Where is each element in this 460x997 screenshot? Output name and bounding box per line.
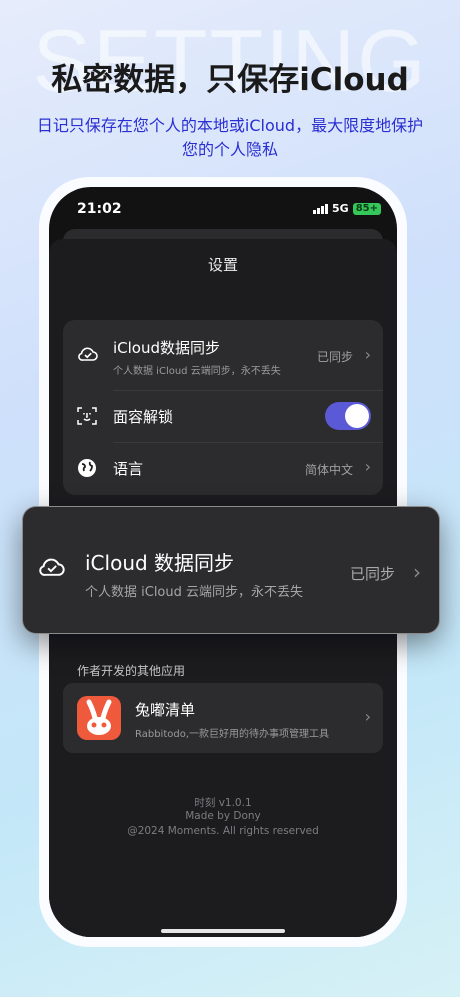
rabbit-app-icon	[77, 696, 121, 740]
app-name: 兔嘟清单	[135, 701, 196, 719]
row-title-icloud: iCloud数据同步	[113, 339, 221, 357]
popup-value: 已同步	[349, 565, 395, 583]
popup-subtitle: 个人数据 iCloud 云端同步，永不丢失	[85, 585, 304, 600]
settings-row-language[interactable]: 语言 简体中文 ›	[63, 442, 383, 495]
battery-icon: 85+	[352, 202, 381, 215]
settings-row-face-unlock: 面容解锁	[63, 390, 383, 442]
footer-author: Made by Dony	[185, 810, 261, 822]
other-apps-label: 作者开发的其他应用	[77, 664, 186, 678]
promo-headline: 私密数据，只保存iCloud	[51, 62, 409, 98]
cloud-check-icon	[77, 344, 99, 368]
app-description: Rabbitodo,一款巨好用的待办事项管理工具	[135, 729, 330, 740]
signal-icon	[313, 203, 329, 214]
chevron-right-icon: ›	[413, 560, 421, 584]
icloud-sync-popup[interactable]: iCloud 数据同步 个人数据 iCloud 云端同步，永不丢失 已同步 ›	[22, 506, 440, 634]
row-value-language: 简体中文	[304, 463, 353, 477]
footer-version: 时刻 v1.0.1	[194, 797, 252, 809]
status-indicators: 5G 85+	[313, 202, 381, 215]
row-subtitle-icloud: 个人数据 iCloud 云端同步，永不丢失	[113, 366, 281, 377]
promo-subline: 日记只保存在您个人的本地或iCloud，最大限度地保护您的个人隐私	[36, 116, 424, 159]
app-card-rabbitodo[interactable]: 兔嘟清单 Rabbitodo,一款巨好用的待办事项管理工具 ›	[63, 683, 383, 753]
face-unlock-toggle[interactable]	[325, 402, 371, 430]
chevron-right-icon: ›	[364, 345, 371, 364]
row-value-icloud: 已同步	[316, 350, 353, 364]
status-time: 21:02	[77, 201, 122, 217]
network-label: 5G	[332, 202, 349, 215]
row-title-face-unlock: 面容解锁	[113, 408, 174, 426]
settings-row-icloud[interactable]: iCloud数据同步 个人数据 iCloud 云端同步，永不丢失 已同步 ›	[63, 320, 383, 390]
settings-card: iCloud数据同步 个人数据 iCloud 云端同步，永不丢失 已同步 › 面…	[63, 320, 383, 495]
toggle-knob	[345, 404, 369, 428]
settings-title: 设置	[207, 256, 238, 274]
cloud-check-icon	[37, 554, 67, 584]
footer-copyright: @2024 Moments. All rights reserved	[127, 825, 319, 837]
face-id-icon	[77, 406, 97, 430]
home-indicator	[161, 929, 285, 933]
chevron-right-icon: ›	[364, 707, 371, 726]
popup-title: iCloud 数据同步	[85, 551, 235, 575]
globe-icon	[77, 458, 97, 482]
row-title-language: 语言	[113, 460, 144, 478]
chevron-right-icon: ›	[364, 457, 371, 476]
